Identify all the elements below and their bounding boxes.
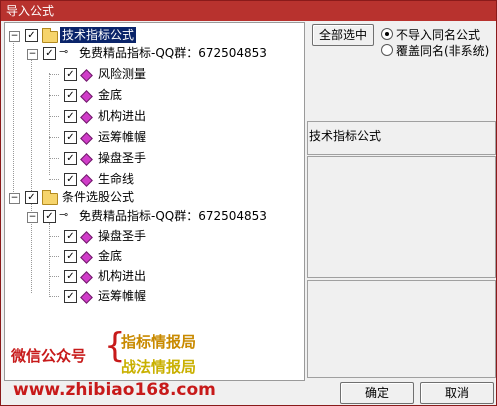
no-import-same-name-radio[interactable]: [381, 28, 393, 40]
select-all-button[interactable]: 全部选中: [312, 24, 374, 46]
tree-leaf[interactable]: ✓ 金底: [5, 248, 301, 266]
leaf-checkbox[interactable]: ✓: [64, 68, 77, 81]
tree-guide-line: [49, 158, 59, 159]
key-icon: ⊸: [59, 208, 68, 221]
leaf-label[interactable]: 操盘圣手: [98, 150, 146, 166]
tree-leaf[interactable]: ✓ 运筹帷幄: [5, 129, 301, 147]
wechat-account-label: 微信公众号: [11, 347, 87, 365]
no-import-same-name-label[interactable]: 不导入同名公式: [396, 26, 480, 43]
tree-leaf[interactable]: ✓ 机构进出: [5, 108, 301, 126]
formula-diamond-icon: [80, 111, 93, 124]
formula-diamond-icon: [80, 153, 93, 166]
collapse-icon[interactable]: −: [9, 193, 20, 204]
leaf-checkbox[interactable]: ✓: [64, 89, 77, 102]
group1-checkbox[interactable]: ✓: [43, 47, 56, 60]
leaf-label[interactable]: 操盘圣手: [98, 228, 146, 244]
leaf-checkbox[interactable]: ✓: [64, 173, 77, 186]
leaf-checkbox[interactable]: ✓: [64, 270, 77, 283]
formula-diamond-icon: [80, 271, 93, 284]
root1-label[interactable]: 技术指标公式: [60, 27, 137, 43]
import-formula-dialog: 导入公式 − ✓ 技术指标公式 − ✓ ⊸ 免费精品指标-QQ群：6725048…: [0, 0, 497, 406]
tree-leaf[interactable]: ✓ 操盘圣手: [5, 228, 301, 246]
info-label: 技术指标公式: [309, 129, 382, 143]
title-bar: 导入公式: [1, 1, 496, 21]
leaf-checkbox[interactable]: ✓: [64, 290, 77, 303]
description-panel-top: [307, 156, 496, 278]
formula-diamond-icon: [80, 174, 93, 187]
group2-checkbox[interactable]: ✓: [43, 210, 56, 223]
root2-label[interactable]: 条件选股公式: [62, 189, 134, 205]
leaf-checkbox[interactable]: ✓: [64, 110, 77, 123]
formula-diamond-icon: [80, 90, 93, 103]
tree-guide-line: [49, 116, 59, 117]
tree-guide-line: [49, 179, 59, 180]
leaf-label[interactable]: 运筹帷幄: [98, 129, 146, 145]
key-icon: ⊸: [59, 45, 68, 58]
leaf-label[interactable]: 风险测量: [98, 66, 146, 82]
tree-node-root1[interactable]: − ✓ 技术指标公式: [5, 27, 301, 45]
formula-diamond-icon: [80, 231, 93, 244]
cancel-button[interactable]: 取消: [420, 382, 494, 404]
root2-checkbox[interactable]: ✓: [25, 191, 38, 204]
tree-leaf[interactable]: ✓ 风险测量: [5, 66, 301, 84]
info-panel: 技术指标公式: [307, 121, 496, 155]
tree-guide-line: [49, 74, 59, 75]
tree-guide-line: [49, 137, 59, 138]
leaf-label[interactable]: 运筹帷幄: [98, 288, 146, 304]
formula-diamond-icon: [80, 69, 93, 82]
leaf-label[interactable]: 机构进出: [98, 268, 146, 284]
tree-node-root2[interactable]: − ✓ 条件选股公式: [5, 189, 301, 207]
leaf-label[interactable]: 金底: [98, 248, 122, 264]
tree-node-group1[interactable]: − ✓ ⊸ 免费精品指标-QQ群：672504853: [5, 45, 301, 63]
tree-node-group2[interactable]: − ✓ ⊸ 免费精品指标-QQ群：672504853: [5, 208, 301, 226]
collapse-icon[interactable]: −: [27, 49, 38, 60]
tree-leaf[interactable]: ✓ 金底: [5, 87, 301, 105]
leaf-checkbox[interactable]: ✓: [64, 230, 77, 243]
tree-leaf[interactable]: ✓ 机构进出: [5, 268, 301, 286]
formula-diamond-icon: [80, 132, 93, 145]
formula-diamond-icon: [80, 251, 93, 264]
tree-guide-line: [49, 296, 59, 297]
formula-tree[interactable]: − ✓ 技术指标公式 − ✓ ⊸ 免费精品指标-QQ群：672504853 ✓ …: [4, 22, 305, 381]
formula-diamond-icon: [80, 291, 93, 304]
collapse-icon[interactable]: −: [9, 31, 20, 42]
tree-leaf[interactable]: ✓ 生命线: [5, 171, 301, 189]
tree-leaf[interactable]: ✓ 运筹帷幄: [5, 288, 301, 306]
tree-guide-line: [49, 276, 59, 277]
window-title: 导入公式: [6, 4, 55, 18]
group2-label[interactable]: 免费精品指标-QQ群：672504853: [79, 208, 267, 224]
watermark-line2: 战法情报局: [121, 358, 197, 376]
watermark-url: www.zhibiao168.com: [13, 380, 216, 400]
leaf-label[interactable]: 机构进出: [98, 108, 146, 124]
collapse-icon[interactable]: −: [27, 212, 38, 223]
folder-icon: [42, 190, 58, 205]
tree-guide-line: [49, 256, 59, 257]
root1-checkbox[interactable]: ✓: [25, 29, 38, 42]
watermark-line1: 指标情报局: [121, 333, 197, 351]
overwrite-same-name-radio[interactable]: [381, 44, 393, 56]
tree-guide-line: [49, 236, 59, 237]
leaf-label[interactable]: 生命线: [98, 171, 134, 187]
tree-leaf[interactable]: ✓ 操盘圣手: [5, 150, 301, 168]
overwrite-same-name-label[interactable]: 覆盖同名(非系统): [396, 42, 489, 59]
tree-guide-line: [49, 95, 59, 96]
group1-label[interactable]: 免费精品指标-QQ群：672504853: [79, 45, 267, 61]
leaf-checkbox[interactable]: ✓: [64, 250, 77, 263]
description-panel-bottom: [307, 280, 496, 378]
leaf-label[interactable]: 金底: [98, 87, 122, 103]
folder-icon: [42, 28, 58, 43]
leaf-checkbox[interactable]: ✓: [64, 131, 77, 144]
ok-button[interactable]: 确定: [340, 382, 414, 404]
leaf-checkbox[interactable]: ✓: [64, 152, 77, 165]
